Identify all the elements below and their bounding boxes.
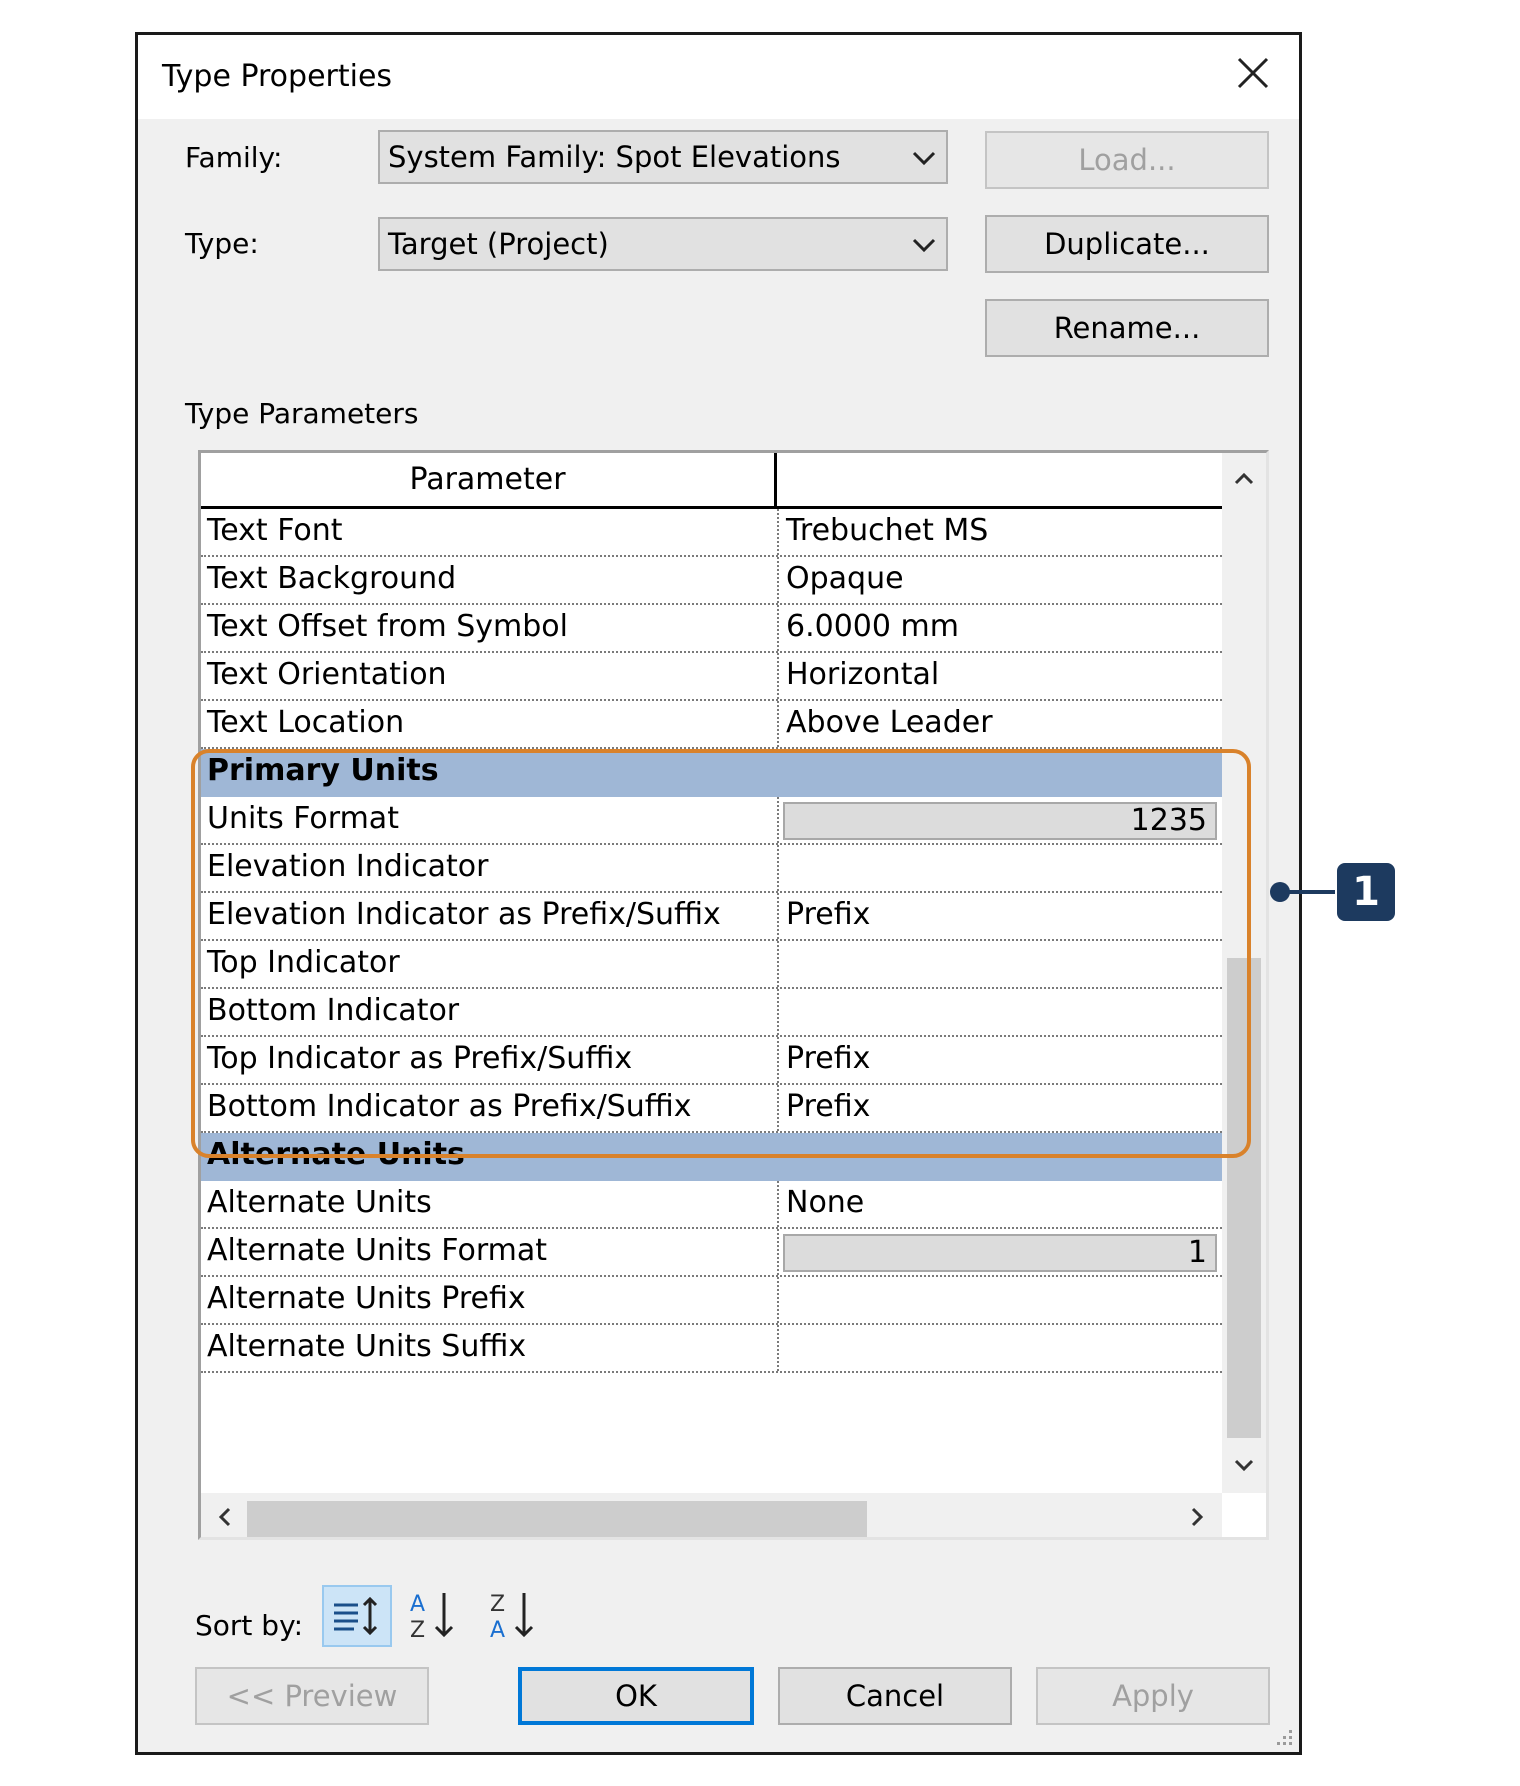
units-format-button[interactable]: 1235 (783, 802, 1217, 840)
table-row[interactable]: Alternate Units Suffix (201, 1325, 1222, 1373)
table-row[interactable]: Text Location Above Leader (201, 701, 1222, 749)
family-dropdown[interactable]: System Family: Spot Elevations (378, 130, 948, 184)
table-row[interactable]: Text Background Opaque (201, 557, 1222, 605)
param-name: Alternate Units Prefix (207, 1281, 526, 1316)
table-row[interactable]: Alternate Units None (201, 1181, 1222, 1229)
title-bar: Type Properties (138, 35, 1299, 119)
sort-a-to-z-icon[interactable]: A Z (402, 1585, 472, 1647)
param-name: Bottom Indicator (207, 993, 460, 1028)
param-name: Top Indicator (207, 945, 400, 980)
type-parameters-grid: Parameter Text Font Trebuchet MS Text Bac… (198, 450, 1269, 1540)
type-properties-dialog: Type Properties Family: System Family: S… (135, 32, 1302, 1755)
table-row[interactable]: Text Font Trebuchet MS (201, 509, 1222, 557)
vertical-scroll-thumb[interactable] (1227, 958, 1261, 1438)
apply-button[interactable]: Apply (1036, 1667, 1270, 1725)
param-value[interactable]: Opaque (786, 561, 904, 596)
grouped-sort-icon[interactable] (322, 1585, 392, 1647)
chevron-down-icon (912, 238, 936, 253)
parameter-column-header[interactable]: Parameter (201, 453, 777, 506)
param-value[interactable]: Prefix (786, 1041, 870, 1076)
duplicate-button[interactable]: Duplicate... (985, 215, 1269, 273)
type-parameters-label: Type Parameters (185, 397, 419, 430)
callout-line (1280, 890, 1335, 894)
param-name: Alternate Units Suffix (207, 1329, 527, 1364)
chevron-left-icon[interactable] (213, 1505, 237, 1529)
param-name: Text Offset from Symbol (207, 609, 568, 644)
param-name: Text Font (207, 513, 343, 548)
horizontal-scroll-thumb[interactable] (247, 1501, 867, 1537)
load-button[interactable]: Load... (985, 131, 1269, 189)
sort-letter-a: A (410, 1592, 425, 1617)
table-row[interactable]: Units Format 1235 (201, 797, 1222, 845)
group-title: Primary Units (207, 753, 439, 788)
param-value[interactable]: Prefix (786, 1089, 870, 1124)
param-name: Top Indicator as Prefix/Suffix (207, 1041, 633, 1076)
table-row[interactable]: Text Offset from Symbol 6.0000 mm (201, 605, 1222, 653)
horizontal-scrollbar[interactable] (201, 1493, 1222, 1537)
grid-rows: Text Font Trebuchet MS Text Background Opa… (201, 509, 1222, 1373)
type-label: Type: (185, 227, 259, 260)
param-name: Bottom Indicator as Prefix/Suffix (207, 1089, 692, 1124)
chevron-right-icon[interactable] (1185, 1505, 1209, 1529)
callout-badge: 1 (1337, 863, 1395, 921)
grid-column-header: Parameter (201, 453, 1222, 509)
table-row[interactable]: Top Indicator (201, 941, 1222, 989)
sort-letter-a: A (490, 1618, 505, 1643)
cancel-button[interactable]: Cancel (778, 1667, 1012, 1725)
param-value[interactable]: 6.0000 mm (786, 609, 959, 644)
alternate-units-format-button[interactable]: 1 (783, 1234, 1217, 1272)
chevron-down-icon (912, 151, 936, 166)
resize-grip-icon[interactable] (1271, 1724, 1295, 1748)
family-label: Family: (185, 141, 283, 174)
param-name: Elevation Indicator as Prefix/Suffix (207, 897, 721, 932)
table-row[interactable]: Bottom Indicator as Prefix/Suffix Prefix (201, 1085, 1222, 1133)
sort-z-to-a-icon[interactable]: Z A (482, 1585, 552, 1647)
param-name: Text Orientation (207, 657, 447, 692)
rename-button[interactable]: Rename... (985, 299, 1269, 357)
group-header-primary-units[interactable]: Primary Units (201, 749, 1222, 797)
sort-by-label: Sort by: (195, 1609, 304, 1642)
dialog-title: Type Properties (162, 59, 393, 94)
param-name: Alternate Units Format (207, 1233, 547, 1268)
param-name: Text Background (207, 561, 457, 596)
table-row[interactable]: Bottom Indicator (201, 989, 1222, 1037)
table-row[interactable]: Text Orientation Horizontal (201, 653, 1222, 701)
family-value: System Family: Spot Elevations (388, 140, 841, 174)
preview-button[interactable]: << Preview (195, 1667, 429, 1725)
ok-button[interactable]: OK (518, 1667, 754, 1725)
param-name: Units Format (207, 801, 399, 836)
table-row[interactable]: Elevation Indicator (201, 845, 1222, 893)
param-value[interactable]: None (786, 1185, 864, 1220)
param-name: Alternate Units (207, 1185, 432, 1220)
param-value[interactable]: Above Leader (786, 705, 993, 740)
param-name: Text Location (207, 705, 405, 740)
table-row[interactable]: Top Indicator as Prefix/Suffix Prefix (201, 1037, 1222, 1085)
table-row[interactable]: Elevation Indicator as Prefix/Suffix Pref… (201, 893, 1222, 941)
table-row[interactable]: Alternate Units Prefix (201, 1277, 1222, 1325)
close-icon[interactable] (1231, 51, 1275, 95)
param-value[interactable]: Prefix (786, 897, 870, 932)
vertical-scrollbar[interactable] (1222, 453, 1266, 1493)
param-value[interactable]: Horizontal (786, 657, 939, 692)
sort-letter-z: Z (410, 1618, 425, 1643)
type-value: Target (Project) (388, 227, 609, 261)
chevron-down-icon[interactable] (1232, 1453, 1256, 1477)
group-title: Alternate Units (207, 1137, 465, 1172)
type-dropdown[interactable]: Target (Project) (378, 217, 948, 271)
group-header-alternate-units[interactable]: Alternate Units (201, 1133, 1222, 1181)
chevron-up-icon[interactable] (1232, 467, 1256, 491)
sort-letter-z: Z (490, 1592, 505, 1617)
table-row[interactable]: Alternate Units Format 1 (201, 1229, 1222, 1277)
param-value[interactable]: Trebuchet MS (786, 513, 988, 548)
param-name: Elevation Indicator (207, 849, 489, 884)
